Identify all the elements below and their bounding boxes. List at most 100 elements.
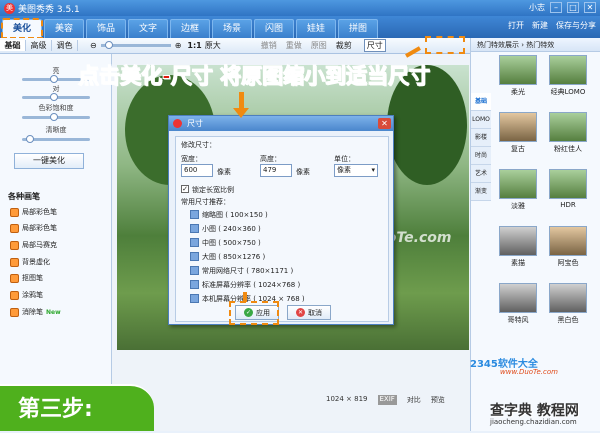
- brush-item[interactable]: 局部彩色笔: [10, 222, 57, 234]
- dialog-close-button[interactable]: ✕: [378, 118, 391, 129]
- tab-dolls[interactable]: 娃娃: [296, 19, 336, 38]
- contrast-slider[interactable]: [22, 93, 90, 101]
- image-info-bar: 1024 × 819 EXIF 对比 预览: [326, 395, 445, 405]
- zoom-knob[interactable]: [104, 41, 113, 49]
- tab-frames[interactable]: 边框: [170, 19, 210, 38]
- effect-label: 淡雅: [511, 202, 525, 210]
- preset-item[interactable]: 小图 ( 240×360 ): [190, 223, 261, 234]
- save-share-button[interactable]: 保存与分享: [556, 20, 596, 31]
- category-fashion[interactable]: 时尚: [471, 147, 491, 165]
- brush-item[interactable]: 背景虚化: [10, 256, 50, 268]
- category-lomo[interactable]: LOMO: [471, 111, 491, 129]
- original-size-button[interactable]: 原大: [205, 40, 221, 51]
- effect-thumb[interactable]: [499, 169, 537, 199]
- zoom-slider[interactable]: [100, 41, 171, 49]
- width-input[interactable]: 600: [181, 164, 213, 177]
- effect-thumb[interactable]: [499, 226, 537, 256]
- tab-text[interactable]: 文字: [128, 19, 168, 38]
- resize-button[interactable]: 尺寸: [363, 39, 386, 52]
- effect-thumb[interactable]: [499, 112, 537, 142]
- brush-item[interactable]: 涂鸦笔: [10, 289, 43, 301]
- preset-item[interactable]: 常用网络尺寸 ( 780×1171 ): [190, 265, 293, 276]
- saturation-label: 色彩饱和度: [38, 104, 74, 112]
- brush-item[interactable]: 消除笔 New: [10, 306, 61, 318]
- category-basic[interactable]: 基础: [471, 93, 491, 111]
- user-name[interactable]: 小志: [529, 2, 545, 13]
- preset-label: 常用网络尺寸 ( 780×1171 ): [202, 266, 294, 275]
- open-button[interactable]: 打开: [508, 20, 524, 31]
- effect-thumb[interactable]: [549, 112, 587, 142]
- subtab-advanced[interactable]: 高级: [26, 40, 52, 51]
- brush-item[interactable]: 局部彩色笔: [10, 206, 57, 218]
- section-title: 修改尺寸：: [181, 141, 216, 149]
- redo-button[interactable]: 重做: [286, 40, 302, 51]
- preset-item[interactable]: 中图 ( 500×750 ): [190, 237, 261, 248]
- app-logo-icon: 美: [4, 2, 15, 14]
- slider-knob[interactable]: [50, 113, 58, 121]
- effect-thumb[interactable]: [499, 283, 537, 313]
- dialog-title: 尺寸: [187, 119, 203, 128]
- zoom-out-icon[interactable]: ⊖: [90, 41, 97, 50]
- tab-decorations[interactable]: 饰品: [86, 19, 126, 38]
- subtab-basic[interactable]: 基础: [0, 40, 26, 51]
- blur-icon: [10, 257, 19, 267]
- effect-thumb[interactable]: [549, 55, 587, 85]
- title-bar: 美 美图秀秀 3.5.1 小志 – □ ✕: [0, 0, 600, 16]
- brush-label: 局部马赛克: [22, 241, 57, 249]
- minimize-button[interactable]: –: [550, 2, 562, 13]
- undo-button[interactable]: 撤销: [261, 40, 277, 51]
- saturation-slider[interactable]: [22, 113, 90, 121]
- brush-label: 抠图笔: [22, 274, 43, 282]
- effect-thumb[interactable]: [549, 226, 587, 256]
- exif-button[interactable]: EXIF: [377, 395, 397, 405]
- preset-item[interactable]: 大图 ( 850×1276 ): [190, 251, 265, 262]
- close-button[interactable]: ✕: [584, 2, 596, 13]
- tab-beauty[interactable]: 美容: [44, 19, 84, 38]
- crop-button[interactable]: 裁剪: [336, 40, 352, 51]
- image-icon: [190, 294, 199, 303]
- brush-icon: [10, 223, 19, 233]
- unit-select[interactable]: 像素 ▾: [334, 164, 378, 177]
- subtab-color[interactable]: 调色: [52, 40, 78, 51]
- height-label: 高度：: [260, 155, 281, 163]
- slider-knob[interactable]: [50, 93, 58, 101]
- brush-item[interactable]: 抠图笔: [10, 272, 43, 284]
- main-menu: 美化 美容 饰品 文字 边框 场景 闪图 娃娃 拼图 打开 新建 保存与分享: [0, 16, 600, 39]
- tab-beautify[interactable]: 美化: [1, 18, 43, 39]
- preview-button[interactable]: 预览: [431, 395, 445, 405]
- preset-label: 中图 ( 500×750 ): [202, 238, 261, 247]
- tab-flash[interactable]: 闪图: [254, 19, 294, 38]
- preset-label: 缩略图 ( 100×150 ): [202, 210, 268, 219]
- compare-button[interactable]: 对比: [407, 395, 421, 405]
- resize-dialog: 尺寸 ✕ 修改尺寸： 宽度： 600 像素 高度： 479 像素 单位： 像素 …: [168, 115, 394, 325]
- effect-thumb[interactable]: [549, 169, 587, 199]
- cancel-button[interactable]: ✕ 取消: [287, 305, 331, 320]
- preset-item[interactable]: 标准屏幕分辨率 ( 1024×768 ): [190, 279, 300, 290]
- site-logo: 查字典 教程网: [490, 403, 579, 419]
- original-button[interactable]: 原图: [311, 40, 327, 51]
- category-studio[interactable]: 影楼: [471, 129, 491, 147]
- new-button[interactable]: 新建: [532, 20, 548, 31]
- lock-ratio-label: 锁定长宽比例: [192, 186, 234, 194]
- category-gradient[interactable]: 渐变: [471, 183, 491, 201]
- category-art[interactable]: 艺术: [471, 165, 491, 183]
- sharpness-label: 清晰度: [45, 126, 67, 134]
- new-tag: New: [46, 308, 61, 316]
- presets-title: 常用尺寸推荐：: [181, 198, 230, 206]
- lock-ratio-checkbox[interactable]: ✓: [181, 185, 189, 193]
- effect-label: 经典LOMO: [550, 88, 586, 96]
- tab-scenes[interactable]: 场景: [212, 19, 252, 38]
- ratio-button[interactable]: 1:1: [187, 41, 201, 50]
- slider-knob[interactable]: [50, 75, 58, 83]
- sharpness-slider[interactable]: [22, 135, 90, 143]
- maximize-button[interactable]: □: [567, 2, 579, 13]
- preset-item[interactable]: 缩略图 ( 100×150 ): [190, 209, 268, 220]
- effect-thumb[interactable]: [549, 283, 587, 313]
- zoom-in-icon[interactable]: ⊕: [175, 41, 182, 50]
- height-input[interactable]: 479: [260, 164, 292, 177]
- effect-thumb[interactable]: [499, 55, 537, 85]
- brush-item[interactable]: 局部马赛克: [10, 239, 57, 251]
- one-key-beautify-button[interactable]: 一键美化: [14, 153, 84, 169]
- slider-knob[interactable]: [26, 135, 34, 143]
- tab-collage[interactable]: 拼图: [338, 19, 378, 38]
